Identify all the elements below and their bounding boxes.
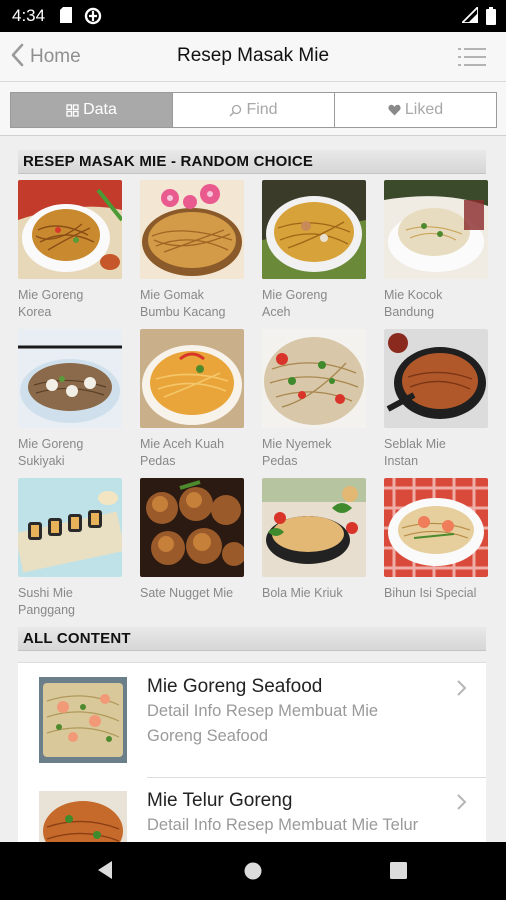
list-item-desc-line: Detail Info Resep Membuat Mie Telur xyxy=(147,816,419,834)
list-item-image xyxy=(39,791,127,842)
recipe-name: Mie Goreng xyxy=(18,288,84,302)
recipe-name-2: Bandung xyxy=(384,304,435,319)
recipe-name: Mie Kocok xyxy=(384,288,443,302)
app-screen: Home Resep Masak Mie Data Find Liked RES… xyxy=(0,32,506,842)
back-triangle-icon[interactable] xyxy=(96,860,114,885)
recipe-card[interactable]: Mie Goreng Korea xyxy=(18,180,123,320)
tab-liked[interactable]: Liked xyxy=(335,93,496,127)
recipe-name: Mie Gomak xyxy=(140,288,204,302)
recipe-image xyxy=(140,180,244,279)
list-item-description: Detail Info Resep Membuat Mie Telur xyxy=(147,813,447,838)
status-time: 4:34 xyxy=(12,6,46,25)
home-circle-icon[interactable] xyxy=(244,862,262,885)
recipe-name: Mie Nyemek xyxy=(262,437,332,451)
tab-data[interactable]: Data xyxy=(11,93,173,127)
recipe-card[interactable]: Bihun Isi Special xyxy=(384,478,489,602)
recipe-card[interactable]: Mie Goreng Sukiyaki xyxy=(18,329,123,469)
list-item[interactable]: Mie Telur Goreng Detail Info Resep Membu… xyxy=(18,777,486,842)
data-saver-icon xyxy=(84,7,102,30)
list-item-desc-line: Goreng Seafood xyxy=(147,727,269,745)
content-list: Mie Goreng Seafood Detail Info Resep Mem… xyxy=(18,662,486,842)
recipe-card[interactable]: Sate Nugget Mie xyxy=(140,478,245,602)
recipe-card[interactable]: Bola Mie Kriuk xyxy=(262,478,367,602)
recipe-image xyxy=(262,329,366,428)
recipe-name: Bola Mie Kriuk xyxy=(262,586,343,600)
recipe-name-2: Pedas xyxy=(140,453,176,468)
recipe-image xyxy=(18,329,122,428)
chevron-left-icon xyxy=(10,43,24,72)
recipe-name-2: Bumbu Kacang xyxy=(140,304,226,319)
recipe-name: Mie Aceh Kuah xyxy=(140,437,225,451)
recipe-name: Mie Goreng xyxy=(262,288,328,302)
list-item-title: Mie Telur Goreng xyxy=(147,790,293,811)
all-content-header: ALL CONTENT xyxy=(18,627,486,651)
recipe-name-2: Panggang xyxy=(18,602,76,617)
list-item-title: Mie Goreng Seafood xyxy=(147,676,323,697)
list-item-desc-line: Detail Info Resep Membuat Mie xyxy=(147,702,379,720)
search-icon xyxy=(229,104,242,117)
segmented-control: Data Find Liked xyxy=(10,92,497,128)
recipe-image xyxy=(262,478,366,577)
recipe-card[interactable]: Mie Nyemek Pedas xyxy=(262,329,367,469)
recipe-name-2: Aceh xyxy=(262,304,291,319)
tab-find-label: Find xyxy=(246,101,278,118)
list-menu-icon xyxy=(458,48,486,72)
battery-icon xyxy=(486,7,496,30)
menu-button[interactable] xyxy=(458,46,486,68)
back-label: Home xyxy=(30,46,81,67)
signal-icon xyxy=(459,4,479,28)
tab-find[interactable]: Find xyxy=(173,93,335,127)
recipe-image xyxy=(18,180,122,279)
recipe-card[interactable]: Mie Aceh Kuah Pedas xyxy=(140,329,245,469)
list-item-image xyxy=(39,677,127,763)
recipe-image xyxy=(140,329,244,428)
recipe-card[interactable]: Seblak Mie Instan xyxy=(384,329,489,469)
sim-card-icon xyxy=(60,7,72,28)
recipe-image xyxy=(262,180,366,279)
list-item[interactable]: Mie Goreng Seafood Detail Info Resep Mem… xyxy=(18,663,486,777)
recents-square-icon[interactable] xyxy=(390,862,407,884)
recipe-card[interactable]: Sushi Mie Panggang xyxy=(18,478,123,618)
recipe-card[interactable]: Mie Kocok Bandung xyxy=(384,180,489,320)
recipe-card[interactable]: Mie Goreng Aceh xyxy=(262,180,367,320)
system-navigation-bar xyxy=(0,842,506,900)
grid-icon xyxy=(66,103,79,117)
chevron-right-icon xyxy=(456,679,468,697)
chevron-right-icon xyxy=(456,793,468,811)
recipe-name: Bihun Isi Special xyxy=(384,586,477,600)
recipe-image xyxy=(384,329,488,428)
recipe-card[interactable]: Mie Gomak Bumbu Kacang xyxy=(140,180,245,320)
recipe-name: Mie Goreng xyxy=(18,437,84,451)
recipe-name-2: Pedas xyxy=(262,453,298,468)
recipe-image xyxy=(384,180,488,279)
back-button[interactable]: Home xyxy=(10,43,81,72)
recipe-image xyxy=(18,478,122,577)
recipe-image xyxy=(384,478,488,577)
recipe-image xyxy=(140,478,244,577)
recipe-name-2: Sukiyaki xyxy=(18,453,65,468)
recipe-name: Seblak Mie xyxy=(384,437,446,451)
recipe-name: Sushi Mie xyxy=(18,586,73,600)
random-choice-header: RESEP MASAK MIE - RANDOM CHOICE xyxy=(18,150,486,174)
tab-bar: Data Find Liked xyxy=(0,82,506,136)
recipe-name-2: Korea xyxy=(18,304,52,319)
recipe-name-2: Instan xyxy=(384,453,419,468)
tab-data-label: Data xyxy=(83,101,117,118)
tab-liked-label: Liked xyxy=(404,101,444,118)
list-item-description: Detail Info Resep Membuat Mie Goreng Sea… xyxy=(147,699,447,749)
navigation-bar: Home Resep Masak Mie xyxy=(0,32,506,82)
heart-icon xyxy=(388,104,401,116)
status-bar: 4:34 xyxy=(0,0,506,32)
recipe-name: Sate Nugget Mie xyxy=(140,586,234,600)
